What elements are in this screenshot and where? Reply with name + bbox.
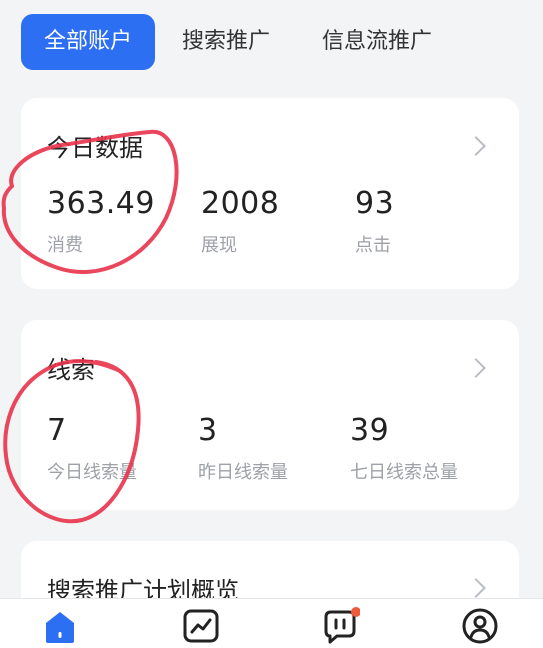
metric-impressions: 2008 展现 bbox=[201, 186, 279, 257]
seven-day-leads-label: 七日线索总量 bbox=[350, 462, 458, 483]
leads-card[interactable]: 线索 7 今日线索量 3 昨日线索量 39 七日线索总量 bbox=[21, 320, 519, 510]
metric-clicks: 93 点击 bbox=[355, 186, 394, 257]
bottom-navigation bbox=[0, 598, 543, 648]
spend-label: 消费 bbox=[47, 235, 83, 256]
metric-seven-day-leads: 39 七日线索总量 bbox=[350, 413, 458, 484]
metric-today-leads: 7 今日线索量 bbox=[47, 413, 137, 484]
message-icon[interactable] bbox=[320, 607, 361, 645]
today-leads-value: 7 bbox=[47, 413, 67, 448]
tab-search-promotion[interactable]: 搜索推广 bbox=[182, 14, 270, 70]
chevron-right-icon bbox=[466, 578, 486, 598]
today-leads-label: 今日线索量 bbox=[47, 462, 137, 483]
metric-yesterday-leads: 3 昨日线索量 bbox=[198, 413, 288, 484]
today-data-card[interactable]: 今日数据 363.49 消费 2008 展现 93 点击 bbox=[21, 98, 519, 289]
seven-day-leads-value: 39 bbox=[350, 413, 390, 448]
yesterday-leads-value: 3 bbox=[198, 413, 218, 448]
today-data-title: 今日数据 bbox=[47, 134, 143, 162]
chevron-right-icon bbox=[466, 136, 486, 156]
impressions-label: 展现 bbox=[201, 235, 237, 256]
impressions-value: 2008 bbox=[201, 186, 280, 221]
user-profile-icon[interactable] bbox=[460, 607, 500, 645]
leads-title: 线索 bbox=[47, 356, 95, 384]
yesterday-leads-label: 昨日线索量 bbox=[198, 462, 288, 483]
spend-value: 363.49 bbox=[47, 186, 155, 221]
clicks-value: 93 bbox=[355, 186, 395, 221]
home-icon[interactable] bbox=[40, 607, 80, 645]
tab-feed-promotion[interactable]: 信息流推广 bbox=[322, 14, 432, 70]
trend-chart-icon[interactable] bbox=[181, 607, 221, 645]
chevron-right-icon bbox=[466, 358, 486, 378]
tab-all-accounts[interactable]: 全部账户 bbox=[21, 14, 155, 70]
account-tabs: 全部账户 搜索推广 信息流推广 bbox=[0, 0, 543, 82]
clicks-label: 点击 bbox=[355, 235, 391, 256]
metric-spend: 363.49 消费 bbox=[47, 186, 155, 257]
